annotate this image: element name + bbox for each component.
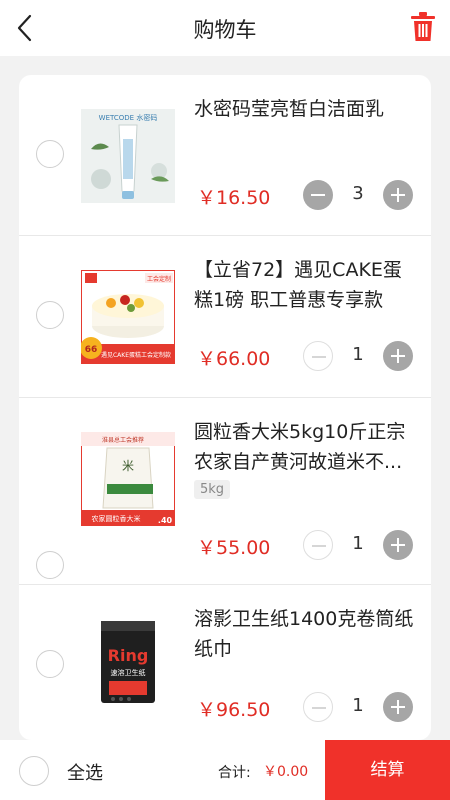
item-select-radio[interactable] [36, 650, 64, 678]
product-name[interactable]: 【立省72】遇见CAKE蛋糕1磅 职工普惠专享款 [194, 255, 416, 315]
cleanser-brand-text: WETCODE 水密码 [99, 113, 158, 122]
item-select-radio[interactable] [36, 301, 64, 329]
product-price: ￥55.00 [197, 537, 271, 559]
trash-icon[interactable] [408, 11, 438, 43]
increase-button[interactable] [383, 180, 413, 210]
product-name[interactable]: 水密码莹亮皙白洁面乳 [194, 94, 416, 124]
select-all-radio[interactable] [19, 756, 49, 786]
total-value: ￥0.00 [263, 764, 309, 780]
rice-banner-text: 淮县总工会推荐 [102, 436, 144, 444]
product-image-cake[interactable]: 工会定制 66 遇见CAKE蛋糕工会定制款 [81, 270, 175, 364]
cake-caption-text: 遇见CAKE蛋糕工会定制款 [101, 351, 171, 359]
product-image-cleanser[interactable]: WETCODE 水密码 [81, 109, 175, 203]
product-image-rice[interactable]: 淮县总工会推荐 米 农家圆粒香大米 .40 [81, 432, 175, 526]
cart-list: WETCODE 水密码 水密码莹亮皙白洁面乳 ￥16.50 3 工会定制 66 … [19, 75, 431, 740]
item-select-radio[interactable] [36, 140, 64, 168]
tissue-caption-text: 速溶卫生纸 [111, 668, 146, 677]
cart-item: Ring 速溶卫生纸 溶影卫生纸1400克卷筒纸 纸巾 ￥96.50 1 [19, 585, 431, 740]
increase-button[interactable] [383, 530, 413, 560]
increase-button[interactable] [383, 692, 413, 722]
decrease-button[interactable] [303, 692, 333, 722]
decrease-button[interactable] [303, 341, 333, 371]
item-select-radio[interactable] [36, 551, 64, 579]
quantity-stepper: 1 [303, 341, 413, 371]
total-label: 合计: [218, 765, 251, 781]
increase-button[interactable] [383, 341, 413, 371]
product-name[interactable]: 溶影卫生纸1400克卷筒纸 纸巾 [194, 604, 416, 664]
quantity-value: 1 [352, 695, 364, 716]
quantity-stepper: 1 [303, 692, 413, 722]
product-price: ￥66.00 [197, 348, 271, 370]
page-title: 购物车 [193, 18, 257, 42]
header: 购物车 [0, 0, 450, 56]
quantity-stepper: 1 [303, 530, 413, 560]
cart-item: 淮县总工会推荐 米 农家圆粒香大米 .40 圆粒香大米5kg10斤正宗农家自产黄… [19, 398, 431, 584]
rice-price-text: .40 [158, 516, 173, 525]
cake-badge-text: 工会定制 [147, 275, 171, 283]
tissue-brand-text: Ring [108, 646, 149, 665]
select-all-label[interactable]: 全选 [67, 759, 103, 785]
quantity-stepper: 3 [303, 180, 413, 210]
quantity-value: 3 [352, 183, 364, 204]
rice-bag-text: 米 [122, 459, 134, 473]
cart-item: 工会定制 66 遇见CAKE蛋糕工会定制款 【立省72】遇见CAKE蛋糕1磅 职… [19, 236, 431, 397]
quantity-value: 1 [352, 344, 364, 365]
decrease-button[interactable] [303, 530, 333, 560]
product-spec-tag: 5kg [194, 480, 231, 499]
product-image-tissue[interactable]: Ring 速溶卫生纸 [81, 615, 175, 709]
quantity-value: 1 [352, 533, 364, 554]
checkout-button[interactable]: 结算 [325, 740, 450, 800]
cake-price-text: 66 [85, 345, 98, 355]
product-name[interactable]: 圆粒香大米5kg10斤正宗农家自产黄河故道米不... [194, 417, 416, 477]
rice-caption-text: 农家圆粒香大米 [92, 514, 141, 523]
product-price: ￥96.50 [197, 699, 271, 721]
decrease-button[interactable] [303, 180, 333, 210]
product-price: ￥16.50 [197, 187, 271, 209]
cart-item: WETCODE 水密码 水密码莹亮皙白洁面乳 ￥16.50 3 [19, 75, 431, 235]
checkout-bar: 全选 合计: ￥0.00 结算 [0, 740, 450, 800]
